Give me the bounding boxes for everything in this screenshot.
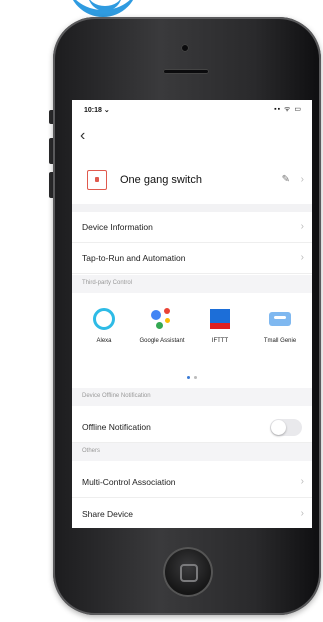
third-party-services: Alexa Google Assistant IFTTT Tmall Genie (72, 300, 312, 380)
service-label: Google Assistant (139, 338, 185, 344)
home-square-icon (180, 564, 198, 582)
google-assistant-icon (151, 308, 173, 330)
pager-dot (194, 376, 197, 379)
menu-tap-to-run[interactable]: Tap-to-Run and Automation › (72, 243, 312, 274)
menu-multi-control-association[interactable]: Multi-Control Association › (72, 467, 312, 498)
section-title: Third-party Control (82, 280, 133, 286)
chevron-right-icon: › (300, 252, 304, 263)
back-icon[interactable]: ‹ (80, 128, 85, 144)
menu-label: Share Device (82, 509, 134, 519)
alexa-icon (93, 308, 115, 330)
carousel-pager (72, 372, 312, 381)
menu-label: Device Information (82, 222, 153, 232)
app-screen: 10:18 ⌄ ▪▪ ᯤ ▭ ‹ One gang switch ✎ › Dev… (72, 100, 312, 528)
toggle-knob (271, 420, 286, 435)
service-label: Alexa (96, 338, 112, 344)
status-time: 10:18 ⌄ (84, 107, 110, 114)
menu-label: Multi-Control Association (82, 477, 176, 487)
menu-label: Offline Notification (82, 422, 151, 432)
edit-icon[interactable]: ✎ (282, 174, 290, 185)
chevron-right-icon: › (300, 174, 304, 185)
chevron-right-icon: › (300, 476, 304, 487)
service-label: Tmall Genie (263, 338, 297, 344)
service-tmall-genie[interactable]: Tmall Genie (252, 300, 308, 345)
section-header-offline: Device Offline Notification (72, 388, 312, 406)
section-divider (72, 204, 312, 212)
home-button[interactable] (163, 547, 213, 597)
menu-label: Tap-to-Run and Automation (82, 253, 186, 263)
switch-icon (87, 170, 107, 190)
section-title: Device Offline Notification (82, 393, 151, 399)
device-header[interactable]: One gang switch ✎ › (72, 162, 312, 204)
section-header-others: Others (72, 443, 312, 461)
tmall-genie-icon (269, 308, 291, 330)
pager-dot-active (187, 376, 190, 379)
device-name: One gang switch (120, 174, 202, 186)
ifttt-icon (209, 308, 231, 330)
front-camera (181, 44, 189, 52)
section-title: Others (82, 448, 101, 454)
service-ifttt[interactable]: IFTTT (192, 300, 248, 345)
menu-device-information[interactable]: Device Information › (72, 212, 312, 243)
chevron-right-icon: › (300, 508, 304, 519)
offline-notification-toggle[interactable] (270, 419, 302, 436)
status-icons: ▪▪ ᯤ ▭ (274, 106, 302, 113)
earpiece-speaker (163, 69, 209, 74)
menu-share-device[interactable]: Share Device › (72, 499, 312, 528)
service-alexa[interactable]: Alexa (76, 300, 132, 345)
section-header-third-party: Third-party Control (72, 275, 312, 293)
service-label: IFTTT (211, 338, 229, 344)
status-bar: 10:18 ⌄ ▪▪ ᯤ ▭ (72, 100, 312, 120)
service-google-assistant[interactable]: Google Assistant (134, 300, 190, 345)
chevron-right-icon: › (300, 221, 304, 232)
offline-notification-row: Offline Notification (72, 412, 312, 443)
